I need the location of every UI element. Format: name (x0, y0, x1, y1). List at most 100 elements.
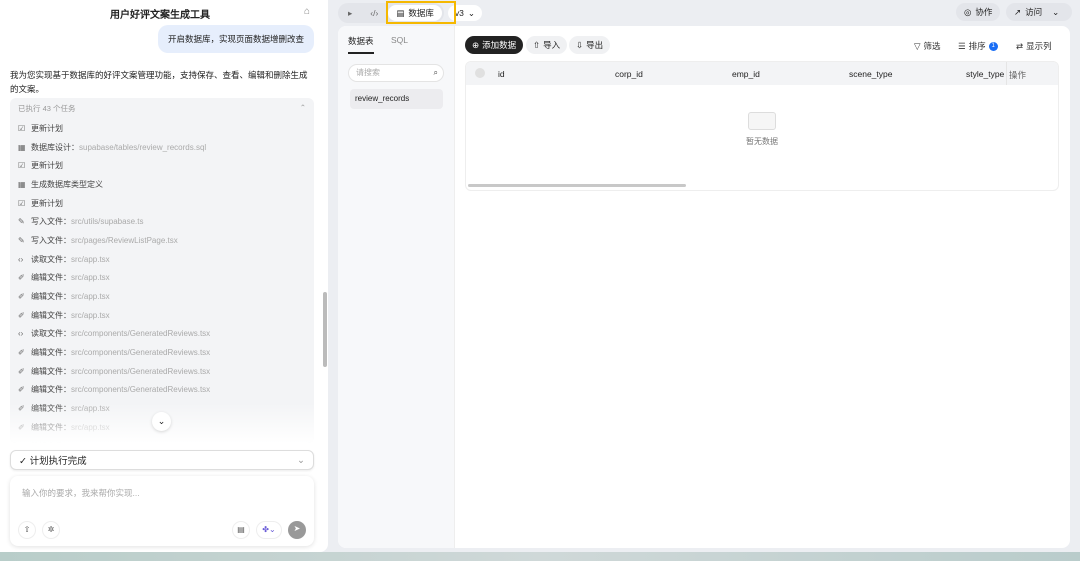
data-grid: id corp_id emp_id scene_type style_type … (465, 61, 1059, 191)
task-item[interactable]: ✐ 编辑文件：src/app.tsx (10, 269, 314, 288)
chat-input[interactable]: 输入你的要求，我来帮你实现... ⇧ ✲ ▤ ✤⌄ ➤ (10, 476, 314, 546)
task-item[interactable]: ✐ 编辑文件： src/components/GeneratedReviews.ts… (10, 381, 314, 400)
task-path: supabase/tables/review_records.sql (79, 142, 207, 152)
import-button[interactable]: ⇧ 导入 (526, 36, 568, 54)
task-path: src/app.tsx (71, 273, 110, 283)
search-placeholder: 请搜索 (356, 68, 380, 77)
task-path: src/components/GeneratedReviews.tsx (71, 385, 211, 395)
sort-button[interactable]: ☰ 排序 1 (958, 40, 998, 52)
version-label: v3 (454, 8, 464, 18)
columns-button[interactable]: ⇄ 显示列 (1016, 40, 1052, 52)
tab-preview[interactable]: ▸ (340, 5, 360, 21)
add-data-button[interactable]: ⊕ 添加数据 (465, 36, 524, 54)
check-icon: ☑ (18, 123, 26, 133)
task-label: 读取文件： (31, 329, 71, 339)
visit-button[interactable]: ↗ 访问 ⌄ (1006, 3, 1072, 21)
chat-panel: 用户好评文案生成工具 ⌂ 开启数据库，实现页面数据增删改查 我为您实现基于数据库… (0, 0, 328, 552)
tab-tables[interactable]: 数据表 (348, 35, 374, 54)
visit-label: 访问 (1025, 7, 1043, 17)
columns-label: 显示列 (1026, 41, 1052, 51)
task-label: 读取文件： (31, 254, 71, 264)
check-icon: ☑ (18, 161, 26, 171)
grid-header: id corp_id emp_id scene_type style_type … (466, 62, 1058, 85)
task-item[interactable]: ‹› 读取文件： src/components/GeneratedReviews.t… (10, 325, 314, 344)
task-list-header[interactable]: 已执行 43 个任务 ⌃ (10, 98, 314, 119)
task-label: 更新计划 (31, 198, 63, 208)
task-item[interactable]: ☑ 更新计划 (10, 156, 314, 175)
column-header[interactable]: emp_id (732, 69, 760, 79)
column-header[interactable]: style_type (966, 69, 1008, 79)
task-path: src/pages/ReviewListPage.tsx (71, 235, 178, 245)
model-selector[interactable]: ✤⌄ (256, 521, 282, 539)
history-icon[interactable]: ⌂ (304, 6, 310, 17)
tab-sql[interactable]: SQL (391, 35, 408, 45)
horizontal-scrollbar[interactable] (468, 184, 686, 187)
edit-icon: ✐ (18, 292, 25, 302)
task-item[interactable]: ✎ 写入文件： src/pages/ReviewListPage.tsx (10, 231, 314, 250)
task-item[interactable]: ✐ 编辑文件： src/components/GeneratedReviews.ts… (10, 362, 314, 381)
scrollbar[interactable] (323, 292, 327, 367)
task-item[interactable]: ✐ 编辑文件： src/components/GeneratedReviews.ts… (10, 343, 314, 362)
task-item[interactable]: ✐ 编辑文件：src/app.tsx (10, 306, 314, 325)
empty-text: 暂无数据 (746, 137, 778, 146)
edit-icon: ✐ (18, 310, 25, 320)
task-label: 编辑文件： (31, 348, 71, 358)
table-search-input[interactable]: 请搜索 ⌕ (348, 64, 444, 82)
task-label: 生成数据库类型定义 (31, 179, 103, 189)
highlight-box (386, 1, 456, 24)
chevron-down-icon: ⌄ (467, 7, 475, 18)
collab-label: 协作 (975, 7, 993, 17)
settings-icon[interactable]: ✲ (42, 521, 60, 539)
export-button[interactable]: ⇩ 导出 (569, 36, 611, 54)
upload-icon[interactable]: ⇧ (18, 521, 36, 539)
table-item-review-records[interactable]: review_records (350, 89, 443, 109)
empty-state: 暂无数据 (466, 112, 1058, 147)
task-item[interactable]: ✎ 写入文件： src/utils/supabase.ts (10, 212, 314, 231)
task-item[interactable]: ☑ 更新计划 (10, 119, 314, 138)
task-item[interactable]: ‹› 读取文件： src/app.tsx (10, 250, 314, 269)
task-list: 已执行 43 个任务 ⌃ ☑ 更新计划 ▦ 数据库设计： supabase/tables/… (10, 98, 314, 443)
tab-code[interactable]: ‹/› (362, 5, 386, 21)
add-data-label: 添加数据 (482, 40, 517, 50)
send-button[interactable]: ➤ (288, 521, 306, 539)
filter-button[interactable]: ▽ 筛选 (914, 40, 941, 52)
plan-status: ✓ 计划执行完成 (19, 456, 87, 467)
collab-button[interactable]: ◎ 协作 (956, 3, 1001, 21)
task-count: 已执行 43 个任务 (18, 104, 76, 113)
plus-circle-icon: ⊕ (472, 39, 480, 50)
export-label: 导出 (586, 40, 604, 50)
download-icon: ⇩ (576, 39, 584, 50)
task-item[interactable]: ▦ 生成数据库类型定义 (10, 175, 314, 194)
code-icon: ‹› (18, 254, 24, 264)
sort-label: 排序 (968, 41, 986, 51)
task-label: 编辑文件： (31, 273, 71, 283)
task-label: 数据库设计： (31, 142, 79, 152)
task-path: src/utils/supabase.ts (71, 217, 144, 227)
database-panel: 数据表 SQL 请搜索 ⌕ review_records ⊕ 添加数据 ⇧ 导入 ⇩ 导… (338, 26, 1070, 548)
clipboard-icon[interactable]: ▤ (232, 521, 250, 539)
column-header[interactable]: id (498, 69, 505, 79)
search-icon[interactable]: ⌕ (434, 65, 438, 81)
project-title: 用户好评文案生成工具 (110, 10, 210, 21)
filter-label: 筛选 (923, 41, 941, 51)
column-header[interactable]: scene_type (849, 69, 892, 79)
filter-icon: ▽ (914, 40, 921, 51)
chat-input-placeholder: 输入你的要求，我来帮你实现... (22, 488, 140, 498)
task-item[interactable]: ✐ 编辑文件：src/app.tsx (10, 287, 314, 306)
task-label: 编辑文件： (31, 385, 71, 395)
table-icon: ▦ (18, 179, 26, 189)
check-icon: ☑ (18, 198, 26, 208)
scroll-down-button[interactable]: ⌄ (152, 412, 171, 431)
column-header[interactable]: corp_id (615, 69, 643, 79)
task-label: 编辑文件： (31, 292, 71, 302)
chevron-down-icon[interactable]: ⌄ (1052, 7, 1059, 18)
sort-count-badge: 1 (988, 41, 998, 51)
select-all-checkbox[interactable] (475, 68, 485, 78)
task-item[interactable]: ☑ 更新计划 (10, 194, 314, 213)
plan-status-dropdown[interactable]: ✓ 计划执行完成 ⌄ (10, 450, 314, 470)
collapse-icon[interactable]: ⌃ (300, 103, 306, 114)
edit-icon: ✐ (18, 366, 25, 376)
external-link-icon: ↗ (1014, 6, 1022, 17)
task-label: 更新计划 (31, 123, 63, 133)
task-item[interactable]: ▦ 数据库设计： supabase/tables/review_records.sq… (10, 138, 314, 157)
